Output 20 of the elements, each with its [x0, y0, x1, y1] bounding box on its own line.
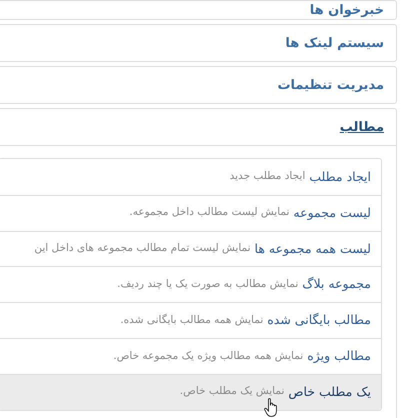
menu-item[interactable]: لیست همه مجموعه ها نمایش لیست تمام مطالب مجموعه های داخل این: [0, 230, 381, 266]
panel-title[interactable]: سیستم لینک ها: [285, 36, 384, 51]
item-label: لیست همه مجموعه ها: [254, 240, 371, 258]
item-label: یک مطلب خاص: [288, 382, 371, 401]
item-description: ایجاد مطلب جدید: [230, 169, 306, 184]
menu-item[interactable]: یک مطلب خاص نمایش یک مطلب خاص.: [0, 374, 381, 410]
item-label: مطالب ویژه: [307, 347, 371, 365]
item-label: مجموعه بلاگ: [302, 275, 371, 294]
item-description: نمایش مطالب به صورت یک یا چند ردیف.: [117, 276, 298, 292]
panel-title[interactable]: مطالب: [340, 120, 384, 135]
item-description: نمایش لیست تمام مطالب مجموعه های داخل این: [34, 241, 251, 256]
item-description: نمایش همه مطالب ویژه یک مجموعه خاص.: [113, 348, 304, 364]
item-label: ایجاد مطلب: [309, 168, 371, 186]
item-description: نمایش همه مطالب بایگانی شده.: [120, 312, 264, 328]
panel-title[interactable]: مدیریت تنظیمات: [277, 78, 384, 93]
item-label: لیست مجموعه: [293, 204, 371, 222]
item-description: نمایش لیست مطالب داخل مجموعه.: [129, 205, 290, 220]
item-label: مطالب بایگانی شده: [267, 311, 371, 330]
item-description: نمایش یک مطلب خاص.: [180, 384, 284, 400]
panel-title[interactable]: خبرخوان ها: [310, 3, 384, 18]
